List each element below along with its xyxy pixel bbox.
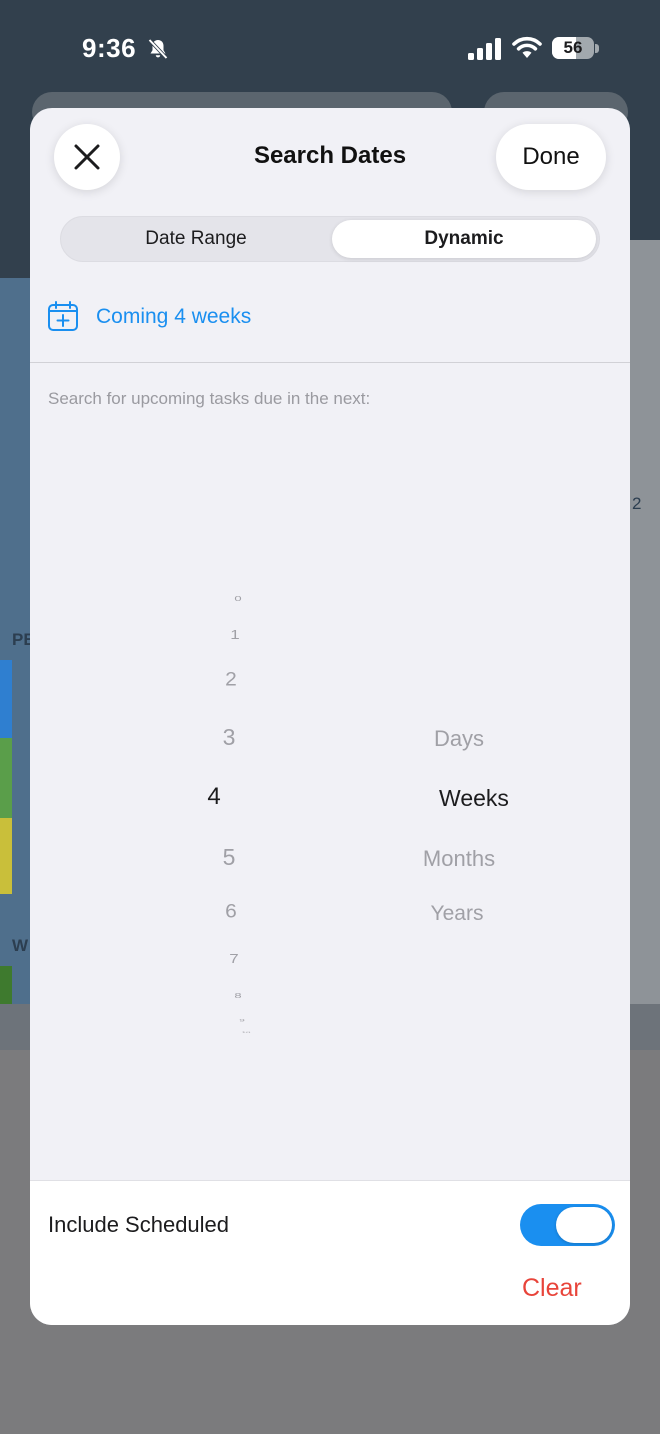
include-scheduled-label: Include Scheduled — [48, 1212, 230, 1237]
dynamic-range-summary[interactable]: Coming 4 weeks — [30, 288, 630, 362]
duration-picker: 0 1 2 3 4 5 6 7 8 9 10 Days Weeks Months Years — [30, 578, 630, 1048]
done-button[interactable]: Done — [496, 124, 606, 190]
toggle-knob — [556, 1207, 612, 1243]
battery-nub — [595, 44, 599, 53]
background-section-label: W — [12, 936, 29, 955]
instruction-text: Search for upcoming tasks due in the nex… — [48, 389, 371, 408]
summary-label: Coming 4 weeks — [96, 305, 252, 328]
cellular-signal-icon — [468, 38, 501, 60]
battery-icon: 56 — [552, 37, 594, 59]
options-section — [30, 1181, 630, 1325]
segment-date-range[interactable]: Date Range — [64, 220, 328, 258]
battery-percentage: 56 — [563, 38, 583, 57]
background-color-stripe — [0, 818, 12, 894]
number-option[interactable]: 5 — [189, 844, 269, 871]
number-option[interactable]: 10 — [206, 1032, 286, 1034]
unit-option[interactable]: Days — [379, 726, 539, 752]
include-scheduled-toggle[interactable] — [520, 1204, 615, 1246]
unit-option[interactable]: Weeks — [394, 785, 554, 812]
number-option[interactable]: 1 — [195, 628, 275, 643]
clear-button[interactable]: Clear — [522, 1274, 582, 1303]
number-option[interactable]: 0 — [198, 594, 278, 602]
background-count: 2 — [632, 494, 642, 513]
number-option[interactable]: 4 — [174, 783, 254, 811]
calendar-plus-icon — [48, 301, 78, 331]
number-option[interactable]: 2 — [191, 669, 271, 691]
divider — [30, 362, 630, 363]
number-option[interactable]: 8 — [198, 991, 278, 999]
bell-slash-icon — [148, 38, 168, 60]
wifi-icon — [512, 36, 542, 58]
number-option[interactable]: 9 — [202, 1019, 282, 1023]
number-option[interactable]: 7 — [194, 952, 274, 967]
background-side-panel — [630, 240, 660, 1004]
unit-option[interactable]: Months — [379, 846, 539, 872]
segment-dynamic[interactable]: Dynamic — [332, 220, 596, 258]
number-option[interactable]: 3 — [189, 724, 269, 751]
unit-option[interactable]: Years — [377, 902, 537, 926]
background-color-stripe — [0, 660, 12, 738]
background-color-stripe — [0, 738, 12, 818]
number-option[interactable]: 6 — [191, 901, 271, 923]
background-color-stripe — [0, 966, 12, 1004]
search-dates-sheet: Search Dates Done Date Range Dynamic Com… — [30, 108, 630, 1325]
status-time: 9:36 — [82, 33, 137, 63]
mode-segmented-control: Date Range Dynamic — [60, 216, 600, 262]
